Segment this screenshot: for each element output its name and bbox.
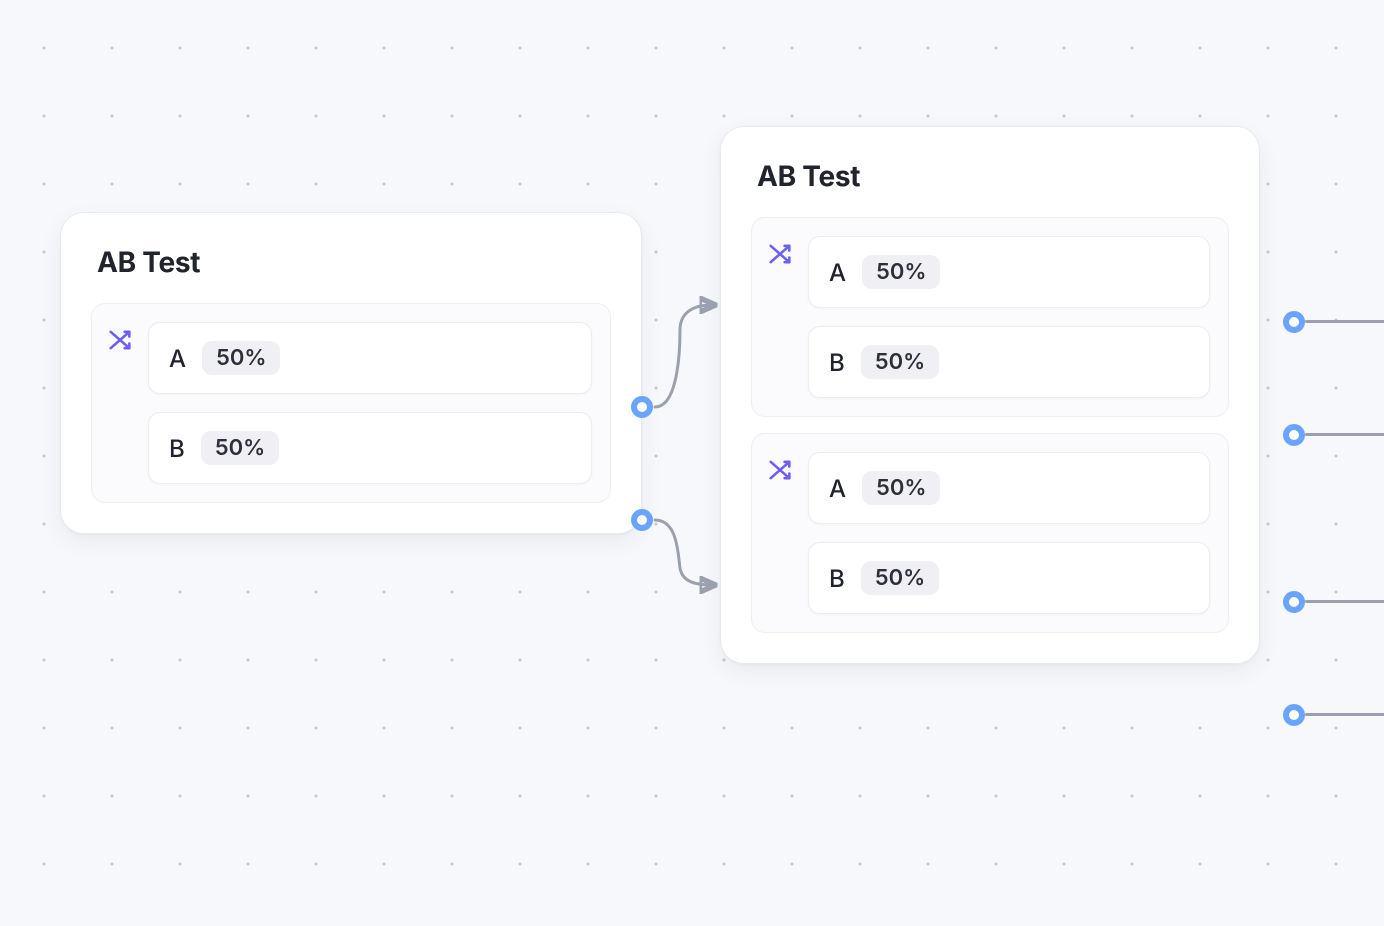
edge-stub: [1305, 320, 1384, 323]
edges-layer: [0, 0, 1384, 926]
output-port[interactable]: [631, 509, 653, 531]
flow-canvas[interactable]: AB Test A 50% B 50% AB Tes: [0, 0, 1384, 926]
edge-stub: [1305, 713, 1384, 716]
output-port[interactable]: [1283, 311, 1305, 333]
output-port[interactable]: [1283, 704, 1305, 726]
output-port[interactable]: [1283, 591, 1305, 613]
output-port[interactable]: [631, 396, 653, 418]
edge-stub: [1305, 600, 1384, 603]
output-port[interactable]: [1283, 424, 1305, 446]
edge-stub: [1305, 433, 1384, 436]
